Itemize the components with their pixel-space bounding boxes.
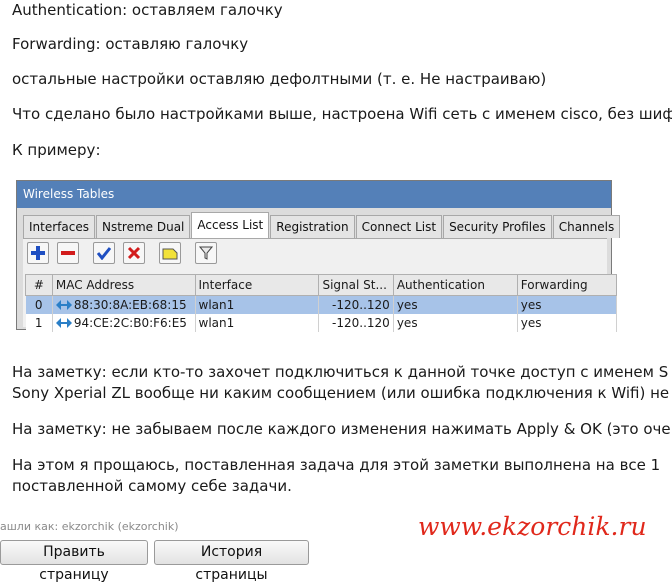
tab-channels[interactable]: Channels — [552, 215, 621, 238]
tab-access-list[interactable]: Access List — [191, 212, 270, 238]
table-header-row: # MAC Address Interface Signal St... Aut… — [25, 274, 618, 296]
edit-page-button[interactable]: Править страницу — [0, 540, 148, 583]
signal-cell: -120..120 — [318, 314, 394, 332]
tab-registration[interactable]: Registration — [270, 215, 355, 238]
remove-icon — [61, 251, 75, 255]
tab-security-profiles[interactable]: Security Profiles — [443, 215, 552, 238]
tab-bar: Interfaces Nstreme Dual Access List Regi… — [23, 212, 621, 238]
interface-cell: wlan1 — [195, 295, 320, 314]
column-header-authentication[interactable]: Authentication — [392, 274, 518, 296]
filter-icon — [199, 246, 213, 260]
access-list-table: # MAC Address Interface Signal St... Aut… — [25, 274, 618, 332]
access-list-panel: # MAC Address Interface Signal St... Aut… — [23, 238, 618, 332]
comment-icon — [162, 248, 178, 259]
enable-button[interactable] — [93, 242, 115, 264]
mac-address: 88:30:8A:EB:68:15 — [73, 298, 187, 312]
tab-connect-list[interactable]: Connect List — [355, 215, 443, 238]
disable-button[interactable] — [123, 242, 145, 264]
comment-button[interactable] — [159, 242, 181, 264]
toolbar — [27, 242, 225, 264]
article-paragraph: остальные настройки оставляю дефолтными … — [12, 70, 547, 88]
article-paragraph: Что сделано было настройками выше, настр… — [12, 105, 672, 123]
table-row[interactable]: 0 88:30:8A:EB:68:15 wlan1 -120..120 yes … — [25, 295, 618, 314]
disable-x-icon — [127, 246, 141, 260]
column-header-signal[interactable]: Signal St... — [318, 274, 394, 296]
mac-cell: 94:CE:2C:B0:F6:E5 — [52, 314, 196, 332]
signal-cell: -120..120 — [318, 295, 394, 314]
page-history-button[interactable]: История страницы — [154, 540, 309, 583]
article-paragraph: поставленной самому себе задачи. — [12, 477, 292, 495]
interface-cell: wlan1 — [195, 314, 320, 332]
add-button[interactable] — [27, 242, 49, 264]
column-header-interface[interactable]: Interface — [194, 274, 320, 296]
filter-button[interactable] — [195, 242, 217, 264]
enable-check-icon — [97, 247, 111, 260]
forwarding-cell: yes — [517, 314, 618, 332]
remove-button[interactable] — [57, 242, 79, 264]
row-number: 1 — [25, 314, 53, 332]
column-header-mac[interactable]: MAC Address — [51, 274, 196, 296]
add-icon — [31, 246, 45, 260]
found-by-line: ашли как: ekzorchik (ekzorchik) — [0, 520, 179, 533]
table-row[interactable]: 1 94:CE:2C:B0:F6:E5 wlan1 -120..120 yes … — [25, 314, 618, 332]
article-paragraph: К примеру: — [12, 141, 101, 159]
tab-nstreme-dual[interactable]: Nstreme Dual — [95, 215, 191, 238]
row-number: 0 — [25, 295, 53, 314]
window-title[interactable]: Wireless Tables — [17, 181, 611, 208]
site-watermark: www.ekzorchik.ru — [418, 512, 647, 541]
wireless-client-icon — [55, 318, 72, 328]
column-header-forwarding[interactable]: Forwarding — [516, 274, 618, 296]
authentication-cell: yes — [393, 295, 518, 314]
article-paragraph: Sony Xperial ZL вообще ни каким сообщени… — [12, 384, 670, 402]
column-header-number[interactable]: # — [25, 274, 53, 296]
mac-address: 94:CE:2C:B0:F6:E5 — [73, 316, 187, 330]
article-paragraph: На заметку: не забываем после каждого из… — [12, 420, 671, 438]
mac-cell: 88:30:8A:EB:68:15 — [52, 295, 196, 314]
article-paragraph: Authentication: оставляем галочку — [12, 1, 283, 19]
article-paragraph: На заметку: если кто-то захочет подключи… — [12, 363, 669, 381]
forwarding-cell: yes — [517, 295, 618, 314]
wireless-tables-window: Wireless Tables Interfaces Nstreme Dual … — [16, 180, 621, 332]
tab-interfaces[interactable]: Interfaces — [23, 215, 95, 238]
wireless-client-icon — [55, 300, 72, 310]
authentication-cell: yes — [393, 314, 518, 332]
article-paragraph: На этом я прощаюсь, поставленная задача … — [12, 456, 661, 474]
article-paragraph: Forwarding: оставляю галочку — [12, 35, 249, 53]
